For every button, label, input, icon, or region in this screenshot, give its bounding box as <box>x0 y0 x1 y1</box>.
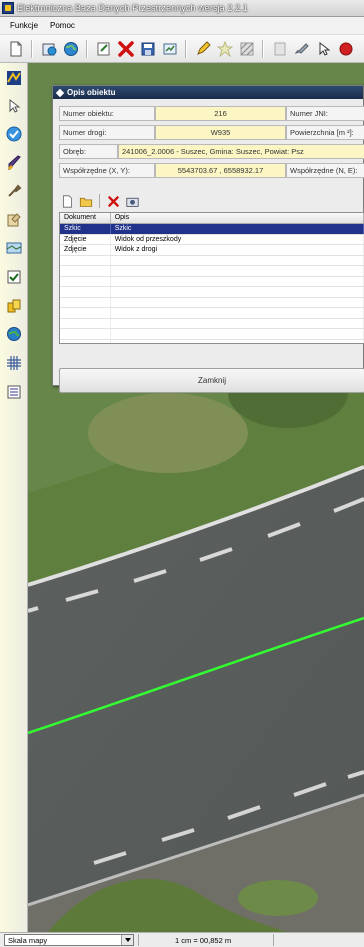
numer-obiektu-label: Numer obiektu: <box>59 106 155 121</box>
empty-row <box>60 318 364 329</box>
numer-jni-label: Numer JNI: <box>286 106 364 121</box>
obreb-field[interactable]: 241006_2.0006 - Suszec, Gmina: Suszec, P… <box>118 144 364 159</box>
statusbar-separator <box>138 934 139 946</box>
form-row-wspolrzedne: Współrzędne (X, Y): 5543703.67 , 6558932… <box>59 163 364 178</box>
map-icon[interactable] <box>5 239 23 257</box>
star-icon[interactable] <box>215 39 234 58</box>
layers-icon[interactable] <box>270 39 289 58</box>
column-opis[interactable]: Opis <box>111 213 364 223</box>
pencil-icon[interactable] <box>193 39 212 58</box>
scale-readout: 1 cm = 00,852 m <box>175 935 232 945</box>
open-file-icon[interactable] <box>39 39 58 58</box>
empty-row <box>60 287 364 298</box>
form-row-obreb: Obręb: 241006_2.0006 - Suszec, Gmina: Su… <box>59 144 364 159</box>
empty-row <box>60 339 364 343</box>
menu-pomoc[interactable]: Pomoc <box>44 19 81 32</box>
wspolrzedne-xy-label: Współrzędne (X, Y): <box>59 163 155 178</box>
checkbox-icon[interactable] <box>5 268 23 286</box>
scale-select[interactable]: Skala mapy <box>4 934 134 946</box>
table-row[interactable]: Zdjęcie Widok z drogi <box>60 245 364 256</box>
brush-icon[interactable] <box>5 154 23 172</box>
toolbar-separator <box>31 39 33 58</box>
delete-icon[interactable] <box>116 39 135 58</box>
export-icon[interactable] <box>160 39 179 58</box>
window-titlebar: Elektroniczna Baza Danych Przestrzennych… <box>0 0 364 17</box>
statusbar-separator <box>273 934 275 946</box>
toolbar-separator <box>185 39 187 58</box>
form-row-numer-obiektu: Numer obiektu: 216 Numer JNI: <box>59 106 364 121</box>
chevron-down-icon[interactable] <box>121 935 133 945</box>
empty-row <box>60 276 364 287</box>
form-row-numer-drogi: Numer drogi: W935 Powierzchnia [m ²]: <box>59 125 364 140</box>
table-row[interactable]: Szkic Szkic <box>60 224 364 235</box>
powierzchnia-label: Powierzchnia [m ²]: <box>286 125 364 140</box>
toolbar-separator <box>99 194 100 208</box>
window-title: Elektroniczna Baza Danych Przestrzennych… <box>17 3 248 13</box>
brush-icon[interactable] <box>292 39 311 58</box>
red-marker-icon[interactable] <box>336 39 355 58</box>
globe-icon[interactable] <box>61 39 80 58</box>
database-icon[interactable] <box>5 297 23 315</box>
layer-icon[interactable] <box>5 211 23 229</box>
documents-table: Dokument Opis Szkic Szkic Zdjęcie Widok … <box>59 212 364 344</box>
status-bar: Skala mapy 1 cm = 00,852 m <box>0 932 364 947</box>
side-toolbar <box>0 63 28 932</box>
wspolrzedne-xy-field[interactable]: 5543703.67 , 6558932.17 <box>155 163 286 178</box>
obreb-label: Obręb: <box>59 144 118 159</box>
documents-toolbar <box>59 191 140 211</box>
save-icon[interactable] <box>138 39 157 58</box>
empty-row <box>60 266 364 277</box>
toolbar-separator <box>86 39 88 58</box>
checkmark-icon[interactable] <box>5 125 23 143</box>
empty-row <box>60 297 364 308</box>
table-row[interactable]: Zdjęcie Widok od przeszkody <box>60 234 364 245</box>
cell-dokument: Zdjęcie <box>60 245 111 255</box>
numer-drogi-label: Numer drogi: <box>59 125 155 140</box>
menu-funkcje[interactable]: Funkcje <box>4 19 44 32</box>
cursor-icon[interactable] <box>5 97 23 115</box>
scale-select-value: Skala mapy <box>8 935 48 945</box>
new-document-icon[interactable] <box>6 39 25 58</box>
cell-opis: Widok z drogi <box>111 245 364 255</box>
app-logo-icon <box>2 2 14 14</box>
cell-opis: Widok od przeszkody <box>111 234 364 244</box>
hatch-icon[interactable] <box>237 39 256 58</box>
main-toolbar <box>0 35 364 63</box>
menu-bar: Funkcje Pomoc <box>0 17 364 35</box>
dialog-diamond-icon <box>55 88 65 97</box>
toolbar-separator <box>262 39 264 58</box>
pointer-icon[interactable] <box>314 39 333 58</box>
empty-row <box>60 255 364 266</box>
object-description-dialog: Opis obiektu Numer obiektu: 216 Numer JN… <box>52 85 364 393</box>
column-dokument[interactable]: Dokument <box>60 213 111 223</box>
grid-icon[interactable] <box>5 354 23 372</box>
camera-icon[interactable] <box>124 193 140 209</box>
empty-row <box>60 329 364 340</box>
open-folder-icon[interactable] <box>78 193 94 209</box>
numer-drogi-field[interactable]: W935 <box>155 125 286 140</box>
numer-obiektu-field[interactable]: 216 <box>155 106 286 121</box>
cell-dokument: Zdjęcie <box>60 234 111 244</box>
list-icon[interactable] <box>5 383 23 401</box>
dialog-titlebar: Opis obiektu <box>53 86 363 99</box>
cell-dokument: Szkic <box>60 224 111 234</box>
new-document-icon[interactable] <box>59 193 75 209</box>
delete-icon[interactable] <box>105 193 121 209</box>
cell-opis: Szkic <box>111 224 364 234</box>
globe-icon[interactable] <box>5 325 23 343</box>
table-header: Dokument Opis <box>60 213 364 224</box>
wspolrzedne-ne-label: Współrzędne (N, E): <box>286 163 364 178</box>
close-button[interactable]: Zamknij <box>59 368 364 393</box>
edit-form-icon[interactable] <box>94 39 113 58</box>
dialog-title: Opis obiektu <box>67 88 116 97</box>
empty-row <box>60 308 364 319</box>
tool-icon[interactable] <box>5 182 23 200</box>
logo-icon[interactable] <box>5 69 23 87</box>
